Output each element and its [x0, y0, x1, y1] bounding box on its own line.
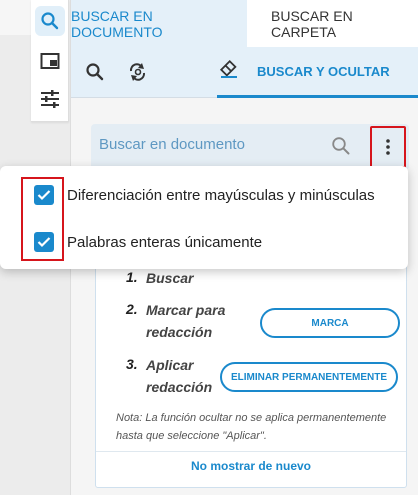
step-2-line-2: redacción [146, 324, 213, 340]
step-2-line-1: Marcar para [146, 302, 226, 318]
step-2-number: 2. [126, 301, 138, 317]
sliders-icon [41, 90, 59, 108]
card-divider [96, 451, 406, 452]
panel-tool-button[interactable] [35, 46, 65, 76]
checkbox-highlight-box [21, 177, 64, 261]
step-1-label: Buscar [146, 270, 194, 286]
search-input[interactable] [99, 136, 319, 153]
eraser-icon [219, 59, 237, 78]
dont-show-again-link[interactable]: No mostrar de nuevo [96, 459, 406, 473]
search-icon[interactable] [331, 136, 351, 156]
menu-item-case-sensitive[interactable]: Diferenciación entre mayúsculas y minúsc… [34, 184, 375, 206]
mark-button[interactable]: MARCA [260, 308, 400, 338]
side-toolbar [31, 0, 69, 122]
search-and-hide-label: BUSCAR Y OCULTAR [257, 63, 390, 79]
settings-tool-button[interactable] [35, 84, 65, 114]
search-box [91, 124, 409, 170]
step-3-line-1: Aplicar [146, 357, 194, 373]
refresh-search-icon [129, 63, 146, 81]
sub-toolbar: BUSCAR Y OCULTAR [71, 47, 418, 98]
note-text: Nota: La función ocultar no se aplica pe… [116, 412, 387, 442]
search-icon [86, 63, 104, 81]
background-strip [0, 0, 32, 35]
search-tool-button[interactable] [35, 6, 65, 36]
step-3-number: 3. [126, 356, 138, 372]
tab-search-folder[interactable]: BUSCAR EN CARPETA [247, 0, 418, 47]
window-panel-icon [40, 53, 60, 69]
delete-permanently-button[interactable]: ELIMINAR PERMANENTEMENTE [220, 362, 398, 392]
redaction-steps-card: 1. Buscar 2. Marcar para redacción MARCA… [95, 258, 407, 488]
options-menu-button[interactable] [370, 126, 406, 168]
search-mode-button[interactable] [85, 62, 105, 82]
search-and-hide-tab[interactable]: BUSCAR Y OCULTAR [217, 47, 418, 98]
menu-item-whole-words[interactable]: Palabras enteras únicamente [34, 231, 262, 253]
tab-bar: BUSCAR EN DOCUMENTO BUSCAR EN CARPETA [71, 0, 418, 47]
search-replace-button[interactable] [128, 62, 148, 82]
whole-words-label: Palabras enteras únicamente [67, 233, 263, 251]
case-sensitive-label: Diferenciación entre mayúsculas y minúsc… [67, 186, 375, 204]
step-1-number: 1. [126, 269, 138, 285]
step-3-line-2: redacción [146, 379, 213, 395]
tab-search-document[interactable]: BUSCAR EN DOCUMENTO [71, 0, 247, 47]
search-icon [41, 12, 59, 30]
more-vertical-icon [386, 139, 390, 155]
